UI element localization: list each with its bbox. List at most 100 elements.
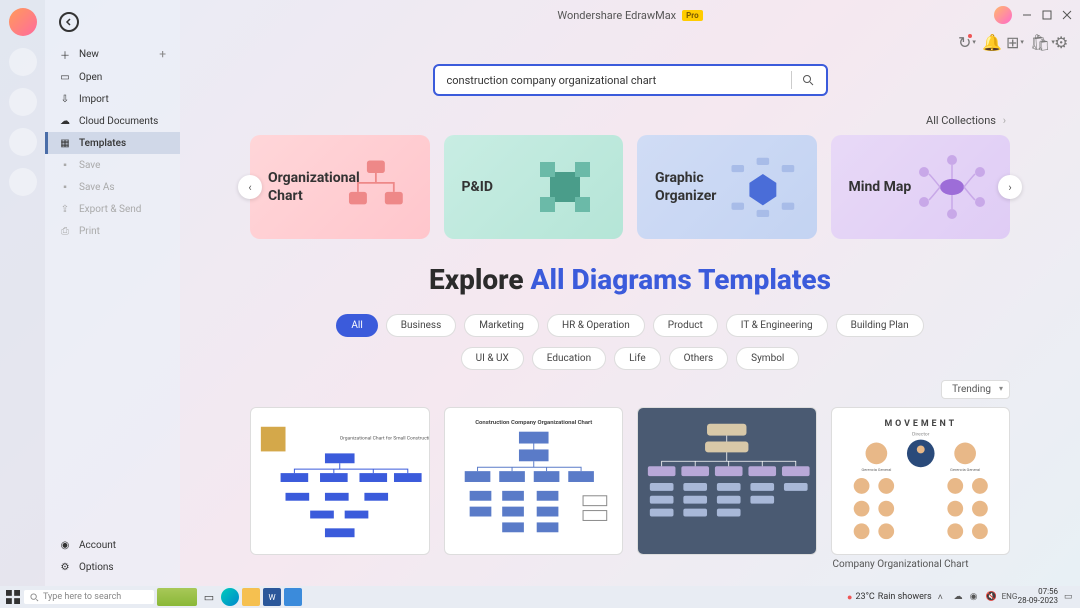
strip-icon[interactable] [9,48,37,76]
carousel-card-org-chart[interactable]: Organizational Chart [250,135,430,239]
pill-ui-ux[interactable]: UI & UX [461,347,524,370]
sync-icon[interactable]: ↻▾ [958,36,970,48]
all-collections-label: All Collections [926,114,996,127]
pill-all[interactable]: All [336,314,377,337]
vertical-icon-strip [0,0,45,586]
svg-text:Construction Company Organizat: Construction Company Organizational Char… [475,420,592,426]
account-icon: ◉ [59,539,71,551]
pill-symbol[interactable]: Symbol [736,347,799,370]
template-card[interactable]: Organizational Chart for Small Construct… [250,407,430,555]
svg-text:Gerencia General: Gerencia General [861,467,891,472]
pill-it-engineering[interactable]: IT & Engineering [726,314,828,337]
taskbar-weather-widget[interactable] [157,588,197,606]
bell-icon[interactable]: 🔔 [982,36,994,48]
sidebar-item-export: ⇪ Export & Send [45,198,180,220]
template-title: Company Organizational Chart [831,555,1011,570]
sidebar-item-label: Import [79,94,109,105]
sort-dropdown[interactable]: Trending [941,380,1010,399]
sidebar-item-import[interactable]: ⇩ Import [45,88,180,110]
taskbar-taskview-icon[interactable]: ▭ [200,588,218,606]
apps-icon[interactable]: ⊞▾ [1006,36,1018,48]
taskbar-weather[interactable]: ● 23°C Rain showers [847,592,932,603]
notifications-icon[interactable]: ▭ [1064,592,1074,602]
saveas-icon: ▪ [59,181,71,193]
pill-marketing[interactable]: Marketing [464,314,539,337]
search-input[interactable] [447,74,781,87]
org-chart-icon [340,152,412,222]
toolbar: ↻▾ 🔔 ⊞▾ 🛍▾ ⚙ [180,30,1080,54]
search-icon[interactable] [802,74,814,86]
app-title: Wondershare EdrawMax [557,9,676,22]
sidebar-item-label: Account [79,540,116,551]
strip-icon[interactable] [9,8,37,36]
sidebar-item-label: Templates [79,138,126,149]
import-icon: ⇩ [59,93,71,105]
carousel-card-label: Graphic Organizer [655,169,727,205]
category-carousel: ‹ Organizational Chart P&ID Graphic Orga… [250,135,1010,239]
carousel-card-label: Organizational Chart [268,169,340,205]
pro-badge: Pro [682,10,702,21]
add-icon[interactable]: + [159,47,166,61]
sidebar-item-label: Open [79,72,102,83]
settings-icon[interactable]: ⚙ [1054,36,1066,48]
svg-text:Organizational Chart for Small: Organizational Chart for Small Construct… [340,435,429,442]
volume-icon[interactable]: 🔇 [986,592,996,602]
windows-taskbar: Type here to search ▭ W ● 23°C Rain show… [0,586,1080,608]
carousel-next-button[interactable]: › [998,175,1022,199]
sidebar-item-options[interactable]: ⚙ Options [45,556,180,578]
svg-text:Gerencia General: Gerencia General [950,467,980,472]
taskbar-clock[interactable]: 07:56 28-09-2023 [1018,588,1058,606]
sidebar-item-new[interactable]: ＋ New + [45,42,180,66]
carousel-card-mind-map[interactable]: Mind Map [831,135,1011,239]
taskbar-edge-icon[interactable] [221,588,239,606]
wifi-icon[interactable]: ◉ [970,592,980,602]
pill-product[interactable]: Product [653,314,718,337]
taskbar-word-icon[interactable]: W [263,588,281,606]
print-icon: ⎙ [59,225,71,237]
taskbar-search[interactable]: Type here to search [24,590,154,604]
carousel-card-pid[interactable]: P&ID [444,135,624,239]
sidebar-item-cloud[interactable]: ☁ Cloud Documents [45,110,180,132]
carousel-card-label: P&ID [462,178,493,196]
explore-accent: All Diagrams Templates [531,263,831,296]
template-card[interactable]: Construction Company Organizational Char… [444,407,624,555]
avatar[interactable] [994,6,1012,24]
sidebar-item-print: ⎙ Print [45,220,180,242]
taskbar-explorer-icon[interactable] [242,588,260,606]
template-card[interactable]: MOVEMENT Director Gerencia General Geren… [831,407,1011,555]
all-collections-link[interactable]: All Collections › [250,114,1010,127]
back-button[interactable] [59,12,79,32]
pill-education[interactable]: Education [532,347,606,370]
template-card[interactable] [637,407,817,555]
category-pills-row2: UI & UX Education Life Others Symbol [250,347,1010,370]
taskbar-edrawmax-icon[interactable] [284,588,302,606]
weather-temp: 23°C [855,592,874,602]
strip-icon[interactable] [9,88,37,116]
sidebar-item-templates[interactable]: ▦ Templates [45,132,180,154]
language-icon[interactable]: ENG [1002,592,1012,602]
pill-life[interactable]: Life [614,347,660,370]
close-icon[interactable] [1062,10,1072,20]
minimize-icon[interactable] [1022,10,1032,20]
pill-hr-operation[interactable]: HR & Operation [547,314,645,337]
sidebar-item-account[interactable]: ◉ Account [45,534,180,556]
gear-icon: ⚙ [59,561,71,573]
sidebar-item-label: Options [79,562,114,573]
strip-icon[interactable] [9,168,37,196]
cart-icon[interactable]: 🛍▾ [1030,36,1042,48]
chevron-up-icon[interactable]: ˄ [938,592,948,602]
onedrive-icon[interactable]: ☁ [954,592,964,602]
pill-others[interactable]: Others [669,347,729,370]
pill-building-plan[interactable]: Building Plan [836,314,924,337]
carousel-card-label: Mind Map [849,178,912,196]
strip-icon[interactable] [9,128,37,156]
maximize-icon[interactable] [1042,10,1052,20]
start-button[interactable] [6,590,20,604]
save-icon: ▪ [59,159,71,171]
svg-text:MOVEMENT: MOVEMENT [884,419,957,429]
carousel-prev-button[interactable]: ‹ [238,175,262,199]
pill-business[interactable]: Business [386,314,456,337]
plus-icon: ＋ [59,48,71,60]
carousel-card-graphic-organizer[interactable]: Graphic Organizer [637,135,817,239]
sidebar-item-open[interactable]: ▭ Open [45,66,180,88]
